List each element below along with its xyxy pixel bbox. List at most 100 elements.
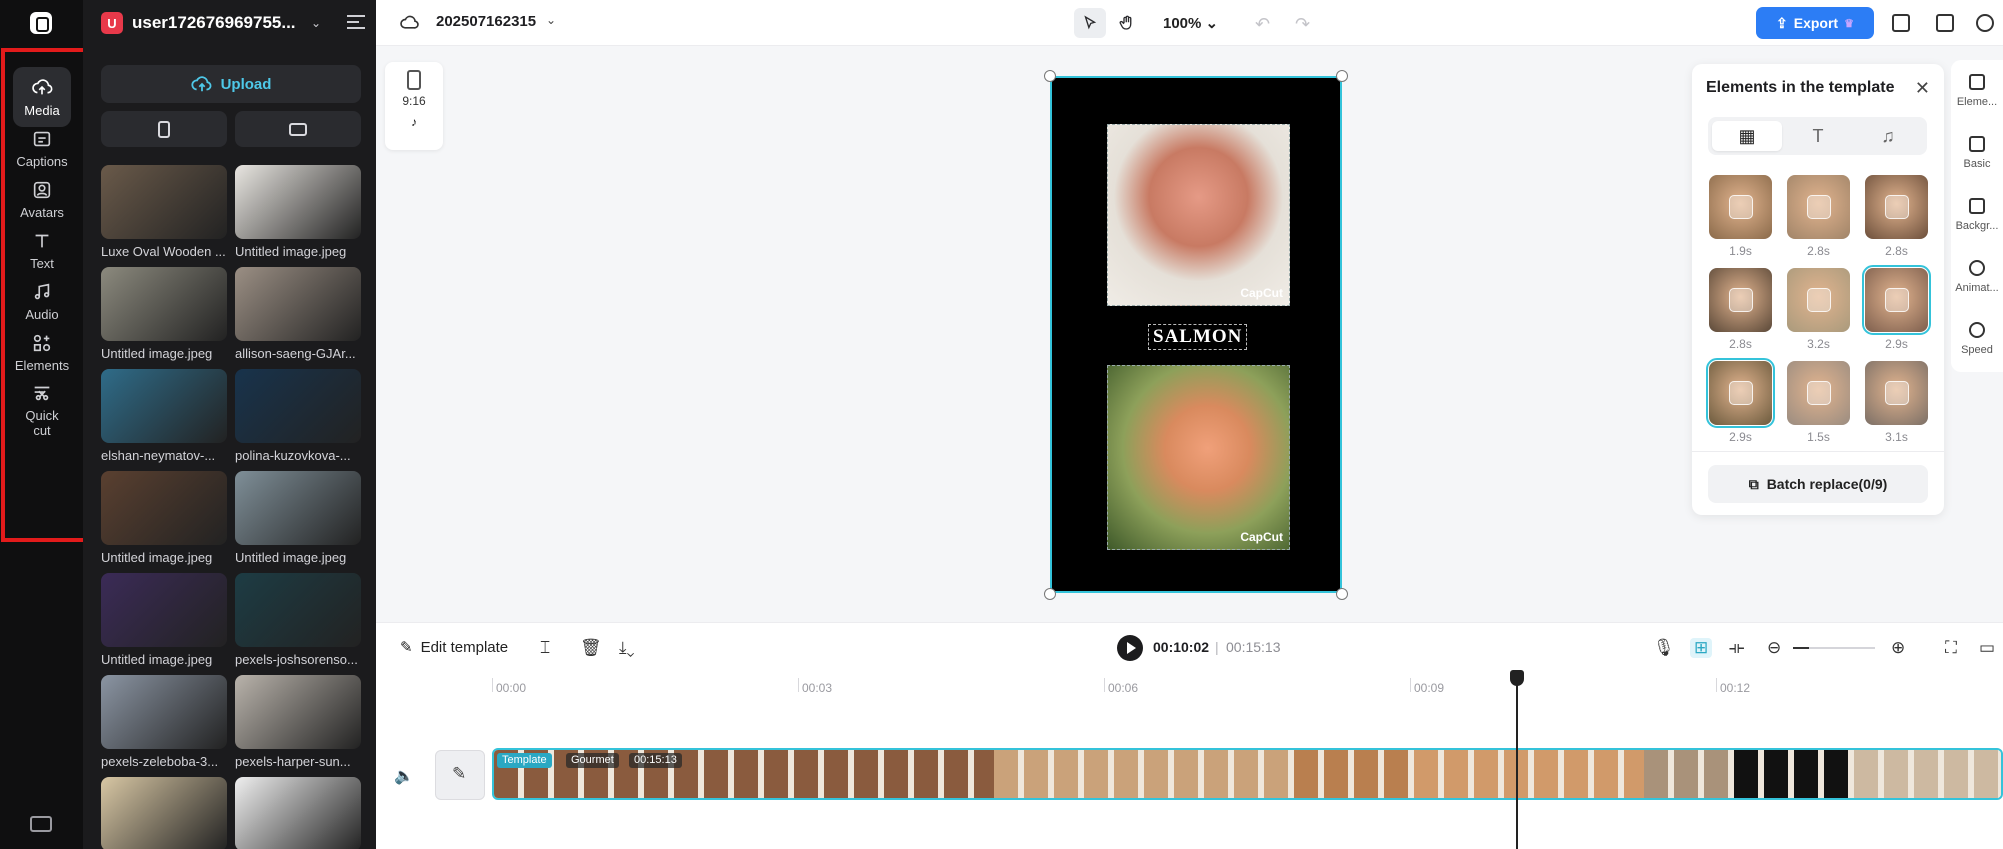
replace-icon[interactable] [1729,288,1753,312]
template-clip[interactable]: 2.9s [1862,265,1931,351]
ruler-tick [1410,678,1411,692]
cover-edit-button[interactable] [435,750,485,800]
split-view-icon[interactable]: ⟛ [1729,638,1744,658]
replace-icon[interactable] [1729,381,1753,405]
undo-icon[interactable]: ↶ [1255,14,1270,35]
layout-icon[interactable] [1936,14,1954,32]
replace-icon[interactable] [1807,288,1831,312]
resize-handle[interactable] [1044,70,1056,82]
prop-animation[interactable]: Animat... [1951,260,2003,294]
media-item[interactable]: Untitled image.jpeg [101,573,227,667]
prop-background[interactable]: Backgr... [1951,198,2003,232]
media-item[interactable]: elshan-neymatov-... [101,369,227,463]
upload-button[interactable]: Upload [101,65,361,103]
tab-audio[interactable]: ♫ [1853,121,1923,151]
media-item[interactable]: Luxe Oval Wooden ... [101,165,227,259]
user-switcher[interactable]: U user172676969755... ⌄ [101,11,373,35]
template-clip[interactable]: 3.2s [1787,268,1850,351]
media-item[interactable]: pexels-joshsorenso... [235,573,361,667]
title-text[interactable]: SALMON [1148,324,1248,350]
zoom-in-icon[interactable]: ⊕ [1891,638,1905,658]
template-clip[interactable]: 2.8s [1865,175,1928,258]
project-name[interactable]: 202507162315 [436,13,536,30]
portrait-filter-button[interactable] [101,111,227,147]
media-item[interactable] [101,777,227,849]
prop-speed[interactable]: Speed [1951,322,2003,356]
media-item[interactable]: Untitled image.jpeg [235,471,361,565]
export-icon: ⇪ [1776,14,1788,31]
redo-icon[interactable]: ↷ [1295,14,1310,35]
app-logo[interactable] [30,12,52,34]
upload-label: Upload [220,75,272,93]
video-preview[interactable]: CapCut SALMON CapCut [1050,76,1342,593]
template-clip[interactable]: 3.1s [1865,361,1928,444]
preview-image-top[interactable]: CapCut [1107,124,1290,306]
template-clip[interactable]: 2.8s [1787,175,1850,258]
media-item[interactable]: polina-kuzovkova-... [235,369,361,463]
edit-icon: ✎ [400,639,413,656]
media-item[interactable]: Untitled image.jpeg [101,471,227,565]
media-item[interactable]: pexels-harper-sun... [235,675,361,769]
template-clip[interactable]: 2.9s [1706,358,1775,444]
cloud-icon[interactable] [400,14,420,30]
play-button[interactable] [1117,635,1143,661]
zoom-level[interactable]: 100% ⌄ [1163,14,1218,32]
clip-duration: 3.2s [1807,337,1830,351]
rail-item-quick-cut[interactable]: Quick cut [13,373,71,447]
landscape-filter-button[interactable] [235,111,361,147]
playhead[interactable] [1510,670,1524,849]
template-clip[interactable]: 1.9s [1709,175,1772,258]
export-button[interactable]: ⇪ Export ♛ [1756,7,1874,39]
prop-elements[interactable]: Eleme... [1951,74,2003,108]
hand-tool-button[interactable] [1111,8,1143,38]
comment-icon[interactable]: ▭ [1979,638,1995,658]
keyboard-icon[interactable] [30,816,52,832]
delete-icon[interactable]: 🗑 [580,638,602,658]
track-segment [994,750,1294,798]
element-type-tabs: ▦ T ♫ [1708,117,1927,155]
layers-icon[interactable] [1892,14,1910,32]
resize-handle[interactable] [1044,588,1056,600]
settings-icon[interactable] [1976,14,1994,32]
resize-handle[interactable] [1336,70,1348,82]
split-icon[interactable]: ⌶ [540,638,550,658]
timeline-toolbar: ✎ Edit template ⌶ 🗑 ⤓⌄ 00:10:02 | 00:15:… [376,622,2003,670]
chevron-down-icon[interactable]: ⌄ [546,13,556,27]
media-item[interactable] [235,777,361,849]
media-item[interactable]: pexels-zeleboba-3... [101,675,227,769]
media-item[interactable]: allison-saeng-GJAr... [235,267,361,361]
replace-icon[interactable] [1807,381,1831,405]
menu-icon[interactable] [347,15,365,29]
template-clip[interactable]: 2.8s [1709,268,1772,351]
tab-text[interactable]: T [1783,121,1853,151]
track-segment [1854,750,2001,798]
download-icon[interactable]: ⤓⌄ [619,638,635,658]
film-icon: ▦ [1738,125,1756,146]
timeline[interactable]: 00:00 00:03 00:06 00:09 00:12 🔈 Template Gou… [376,670,2003,849]
replace-icon[interactable] [1885,288,1909,312]
media-item[interactable]: Untitled image.jpeg [235,165,361,259]
volume-icon[interactable]: 🔈 [394,766,414,786]
resize-handle[interactable] [1336,588,1348,600]
replace-icon[interactable] [1807,195,1831,219]
replace-icon[interactable] [1729,195,1753,219]
video-track[interactable]: Template Gourmet 00:15:13 [492,748,2003,800]
close-icon[interactable]: ✕ [1915,78,1930,99]
replace-icon[interactable] [1885,195,1909,219]
auto-snap-icon[interactable]: ⊞ [1690,638,1713,658]
microphone-icon[interactable]: 🎙 [1653,638,1675,658]
replace-icon[interactable] [1885,381,1909,405]
template-clip[interactable]: 1.5s [1787,361,1850,444]
media-item[interactable]: Untitled image.jpeg [101,267,227,361]
edit-template-button[interactable]: ✎ Edit template [400,638,508,657]
timeline-zoom-slider[interactable] [1793,647,1875,649]
batch-replace-button[interactable]: ⧉ Batch replace(0/9) [1708,465,1928,503]
fullscreen-icon[interactable]: ⛶ [1945,638,1957,658]
zoom-out-icon[interactable]: ⊖ [1767,638,1781,658]
aspect-ratio-card[interactable]: 9:16 ♪ [385,62,443,150]
tab-video[interactable]: ▦ [1712,121,1782,151]
preview-image-bottom[interactable]: CapCut [1107,365,1290,550]
prop-label: Animat... [1955,282,1999,294]
prop-basic[interactable]: Basic [1951,136,2003,170]
select-tool-button[interactable] [1074,8,1106,38]
